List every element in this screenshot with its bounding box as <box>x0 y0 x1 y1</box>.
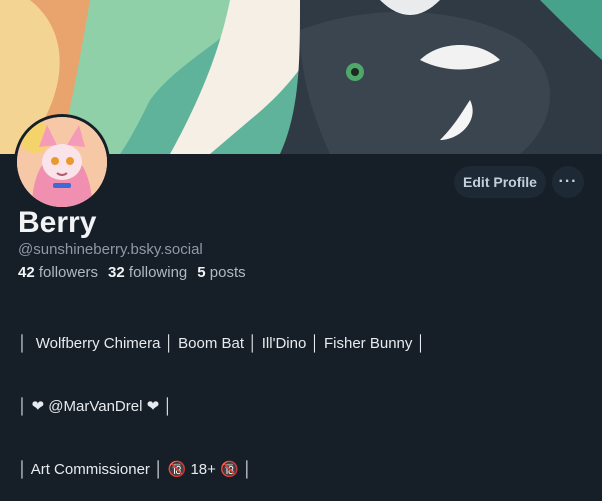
posts-count: 5 <box>197 264 206 281</box>
profile-bio: │ Wolfberry Chimera │ Boom Bat │ Ill'Din… <box>18 291 426 501</box>
followers-stat[interactable]: 42 followers <box>18 264 98 281</box>
avatar[interactable] <box>14 114 110 210</box>
profile-stats: 42 followers 32 following 5 posts <box>18 264 246 281</box>
followers-count: 42 <box>18 264 35 281</box>
posts-stat: 5 posts <box>197 264 245 281</box>
more-options-button[interactable]: ··· <box>552 166 584 198</box>
display-name: Berry <box>18 206 97 239</box>
following-label: following <box>128 264 188 281</box>
following-stat[interactable]: 32 following <box>108 264 187 281</box>
posts-label: posts <box>209 264 246 281</box>
avatar-image <box>17 117 107 207</box>
edit-profile-button[interactable]: Edit Profile <box>454 166 546 198</box>
ellipsis-icon: ··· <box>558 173 578 190</box>
following-count: 32 <box>108 264 125 281</box>
profile-handle: @sunshineberry.bsky.social <box>18 241 203 258</box>
followers-label: followers <box>38 264 99 281</box>
bio-line: │ Art Commissioner │ 🔞 18+ 🔞 │ <box>18 461 253 478</box>
bio-line[interactable]: │ ❤ @MarVanDrel ❤ │ <box>18 396 426 417</box>
bio-line: │ Wolfberry Chimera │ Boom Bat │ Ill'Din… <box>18 335 426 352</box>
